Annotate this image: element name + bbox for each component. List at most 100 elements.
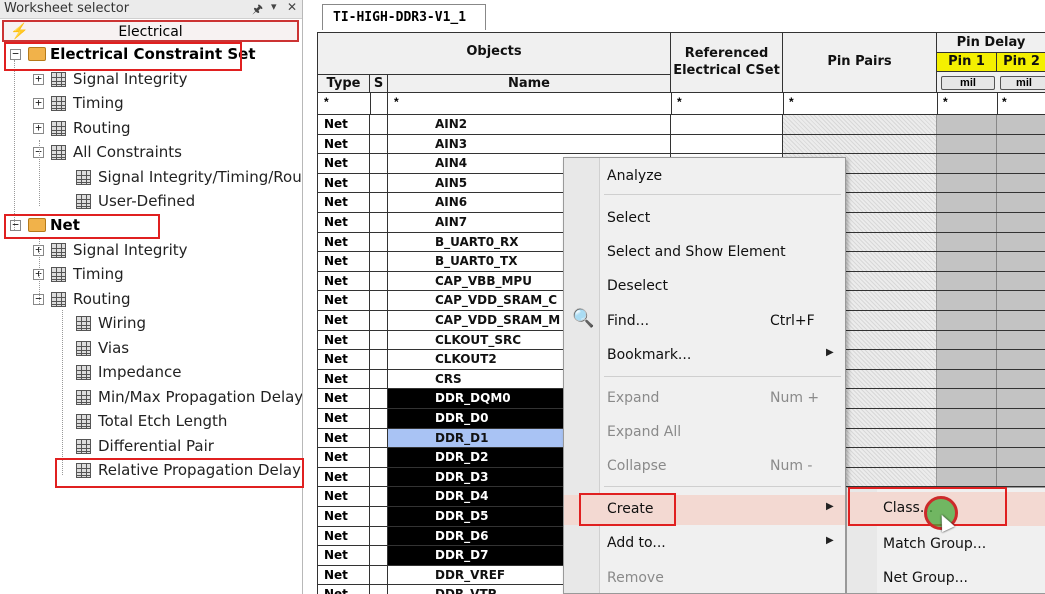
pin2-cell[interactable] [997,291,1045,310]
name-column-header[interactable]: Name [388,75,671,93]
document-tab[interactable]: TI-HIGH-DDR3-V1_1 [322,4,486,30]
pin1-filter[interactable]: * [943,95,948,109]
tree-item-routing[interactable]: − Routing [0,289,300,311]
tree-item-timing[interactable]: + Timing [0,93,300,115]
s-cell[interactable] [370,213,388,232]
pin1-cell[interactable] [937,350,997,369]
type-cell[interactable]: Net [318,448,370,467]
type-filter[interactable]: * [324,95,329,109]
pin2-filter[interactable]: * [1002,95,1007,109]
s-cell[interactable] [370,193,388,212]
tree-item-all-constraints[interactable]: − All Constraints [0,142,300,164]
type-cell[interactable]: Net [318,389,370,408]
s-cell[interactable] [370,369,388,389]
type-cell[interactable]: Net [318,507,370,526]
type-cell[interactable]: Net [318,369,370,389]
collapse-icon[interactable]: − [10,48,21,60]
type-cell[interactable]: Net [318,271,370,291]
tree-item-user-defined[interactable]: User-Defined [0,191,300,213]
pin1-cell[interactable] [937,428,997,448]
tree-item-net[interactable]: − Net [0,215,300,237]
s-cell[interactable] [370,134,388,154]
type-cell[interactable]: Net [318,565,370,585]
expand-icon[interactable]: + [33,73,44,85]
table-row[interactable]: Net AIN2 [318,115,1045,135]
submenu-item-match-group[interactable]: Match Group... [847,528,1045,562]
pin1-header[interactable]: Pin 1 [937,53,997,72]
expand-icon[interactable]: + [33,97,44,109]
referenced-cset-cell[interactable] [671,115,783,134]
pin1-cell[interactable] [937,173,997,193]
pin1-cell[interactable] [937,311,997,330]
pin2-cell[interactable] [997,115,1045,134]
referenced-cset-cell[interactable] [671,134,783,154]
tree-item-differential-pair[interactable]: Differential Pair [0,436,300,458]
type-cell[interactable]: Net [318,252,370,271]
pin2-cell[interactable] [997,428,1045,448]
name-cell[interactable]: AIN2 [388,115,671,134]
type-cell[interactable]: Net [318,291,370,310]
s-cell[interactable] [370,565,388,585]
pin-pairs-cell[interactable] [783,134,937,154]
type-cell[interactable]: Net [318,213,370,232]
menu-item-analyze[interactable]: Analyze [564,162,845,192]
submenu-item-net-group[interactable]: Net Group... [847,562,1045,593]
pin1-cell[interactable] [937,134,997,154]
type-cell[interactable]: Net [318,467,370,487]
type-cell[interactable]: Net [318,428,370,448]
table-row[interactable]: Net AIN3 [318,134,1045,155]
s-filter[interactable] [370,93,388,114]
name-filter[interactable]: * [394,95,399,109]
name-cell[interactable]: AIN3 [388,134,671,154]
pin1-cell[interactable] [937,193,997,212]
dropdown-icon[interactable]: ▾ [271,0,277,13]
menu-item-create[interactable]: Create ▶ [564,495,845,525]
tree-item-wiring[interactable]: Wiring [0,313,300,335]
pin2-cell[interactable] [997,154,1045,173]
expand-icon[interactable]: + [33,122,44,134]
referenced-filter[interactable]: * [677,95,682,109]
s-cell[interactable] [370,173,388,193]
tree-item-relative-propagation-delay[interactable]: Relative Propagation Delay [0,460,301,482]
menu-item-bookmark[interactable]: Bookmark... ▶ [564,341,845,371]
s-cell[interactable] [370,448,388,467]
pin1-cell[interactable] [937,330,997,350]
tree-item-timing[interactable]: + Timing [0,264,300,286]
s-cell[interactable] [370,115,388,134]
type-cell[interactable]: Net [318,311,370,330]
pin2-cell[interactable] [997,193,1045,212]
pin1-cell[interactable] [937,213,997,232]
tree-item-signal-integrity-timing-rout[interactable]: Signal Integrity/Timing/Rout [0,167,302,189]
pin2-cell[interactable] [997,271,1045,291]
s-cell[interactable] [370,291,388,310]
tree-item-min-max-propagation-delay[interactable]: Min/Max Propagation Delay [0,387,302,409]
s-cell[interactable] [370,526,388,546]
s-cell[interactable] [370,311,388,330]
s-cell[interactable] [370,487,388,506]
tree-item-total-etch-length[interactable]: Total Etch Length [0,411,300,433]
close-icon[interactable]: ✕ [287,0,297,14]
menu-item-deselect[interactable]: Deselect [564,272,845,302]
pin2-cell[interactable] [997,389,1045,408]
type-cell[interactable]: Net [318,409,370,428]
type-cell[interactable]: Net [318,487,370,506]
pin2-cell[interactable] [997,467,1045,487]
pin1-cell[interactable] [937,154,997,173]
pin2-cell[interactable] [997,232,1045,252]
s-cell[interactable] [370,389,388,408]
type-cell[interactable]: Net [318,173,370,193]
tree-item-vias[interactable]: Vias [0,338,300,360]
tree-item-impedance[interactable]: Impedance [0,362,300,384]
type-column-header[interactable]: Type [318,75,370,93]
menu-item-find[interactable]: Find... Ctrl+F [564,307,845,337]
tree-item-signal-integrity[interactable]: + Signal Integrity [0,69,300,91]
pin2-cell[interactable] [997,448,1045,467]
pin2-cell[interactable] [997,134,1045,154]
type-cell[interactable]: Net [318,526,370,546]
pin2-cell[interactable] [997,213,1045,232]
type-cell[interactable]: Net [318,330,370,350]
s-cell[interactable] [370,271,388,291]
type-cell[interactable]: Net [318,232,370,252]
s-cell[interactable] [370,252,388,271]
s-cell[interactable] [370,232,388,252]
